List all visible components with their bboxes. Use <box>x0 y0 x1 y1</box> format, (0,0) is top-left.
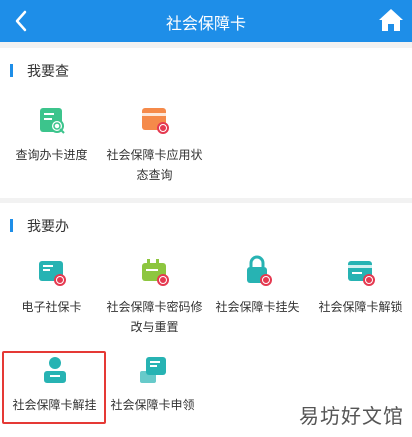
nav-bar: 社会保障卡 <box>0 0 412 42</box>
section-title: 我要办 <box>27 219 69 235</box>
label-line-2: 改与重置 <box>130 320 179 334</box>
section-query: 我要查 查询办卡进度 社会保障卡应用状 态查询 <box>0 48 412 198</box>
e-card-icon <box>38 261 66 286</box>
watermark-text: 易坊好文馆 <box>299 404 404 428</box>
unlock-icon <box>347 261 375 286</box>
service-label: 查询办卡进度 <box>15 148 88 162</box>
service-progress-query[interactable]: 查询办卡进度 <box>0 103 103 165</box>
section-marker <box>10 64 13 77</box>
service-label: 社会保障卡密码修 改与重置 <box>103 297 206 337</box>
service-card-status-query[interactable]: 社会保障卡应用状 态查询 <box>103 103 206 185</box>
service-report-loss[interactable]: 社会保障卡挂失 <box>206 255 309 317</box>
report-loss-icon <box>246 255 272 286</box>
home-icon[interactable] <box>378 7 404 33</box>
password-reset-icon <box>141 259 169 286</box>
page-title: 社会保障卡 <box>165 14 246 33</box>
card-status-icon <box>141 108 169 134</box>
section-title: 我要查 <box>27 64 69 80</box>
section-header: 我要办 <box>0 203 412 247</box>
highlight-box <box>2 351 106 424</box>
progress-search-icon <box>39 108 65 134</box>
section-header: 我要查 <box>0 48 412 92</box>
section-marker <box>10 219 13 232</box>
service-unlock[interactable]: 社会保障卡解锁 <box>309 255 412 317</box>
label-line-2: 态查询 <box>136 168 173 182</box>
apply-card-icon <box>139 357 166 383</box>
service-label: 社会保障卡解锁 <box>318 300 403 314</box>
service-apply-card[interactable]: 社会保障卡申领 <box>101 353 204 415</box>
service-label: 社会保障卡挂失 <box>215 300 300 314</box>
service-e-card[interactable]: 电子社保卡 <box>0 255 103 317</box>
service-password-reset[interactable]: 社会保障卡密码修 改与重置 <box>103 255 206 337</box>
label-line-1: 社会保障卡应用状 <box>106 148 203 162</box>
service-label: 社会保障卡申领 <box>110 398 195 412</box>
label-line-1: 社会保障卡密码修 <box>106 300 203 314</box>
service-label: 社会保障卡应用状 态查询 <box>103 145 206 185</box>
service-label: 电子社保卡 <box>21 300 82 314</box>
